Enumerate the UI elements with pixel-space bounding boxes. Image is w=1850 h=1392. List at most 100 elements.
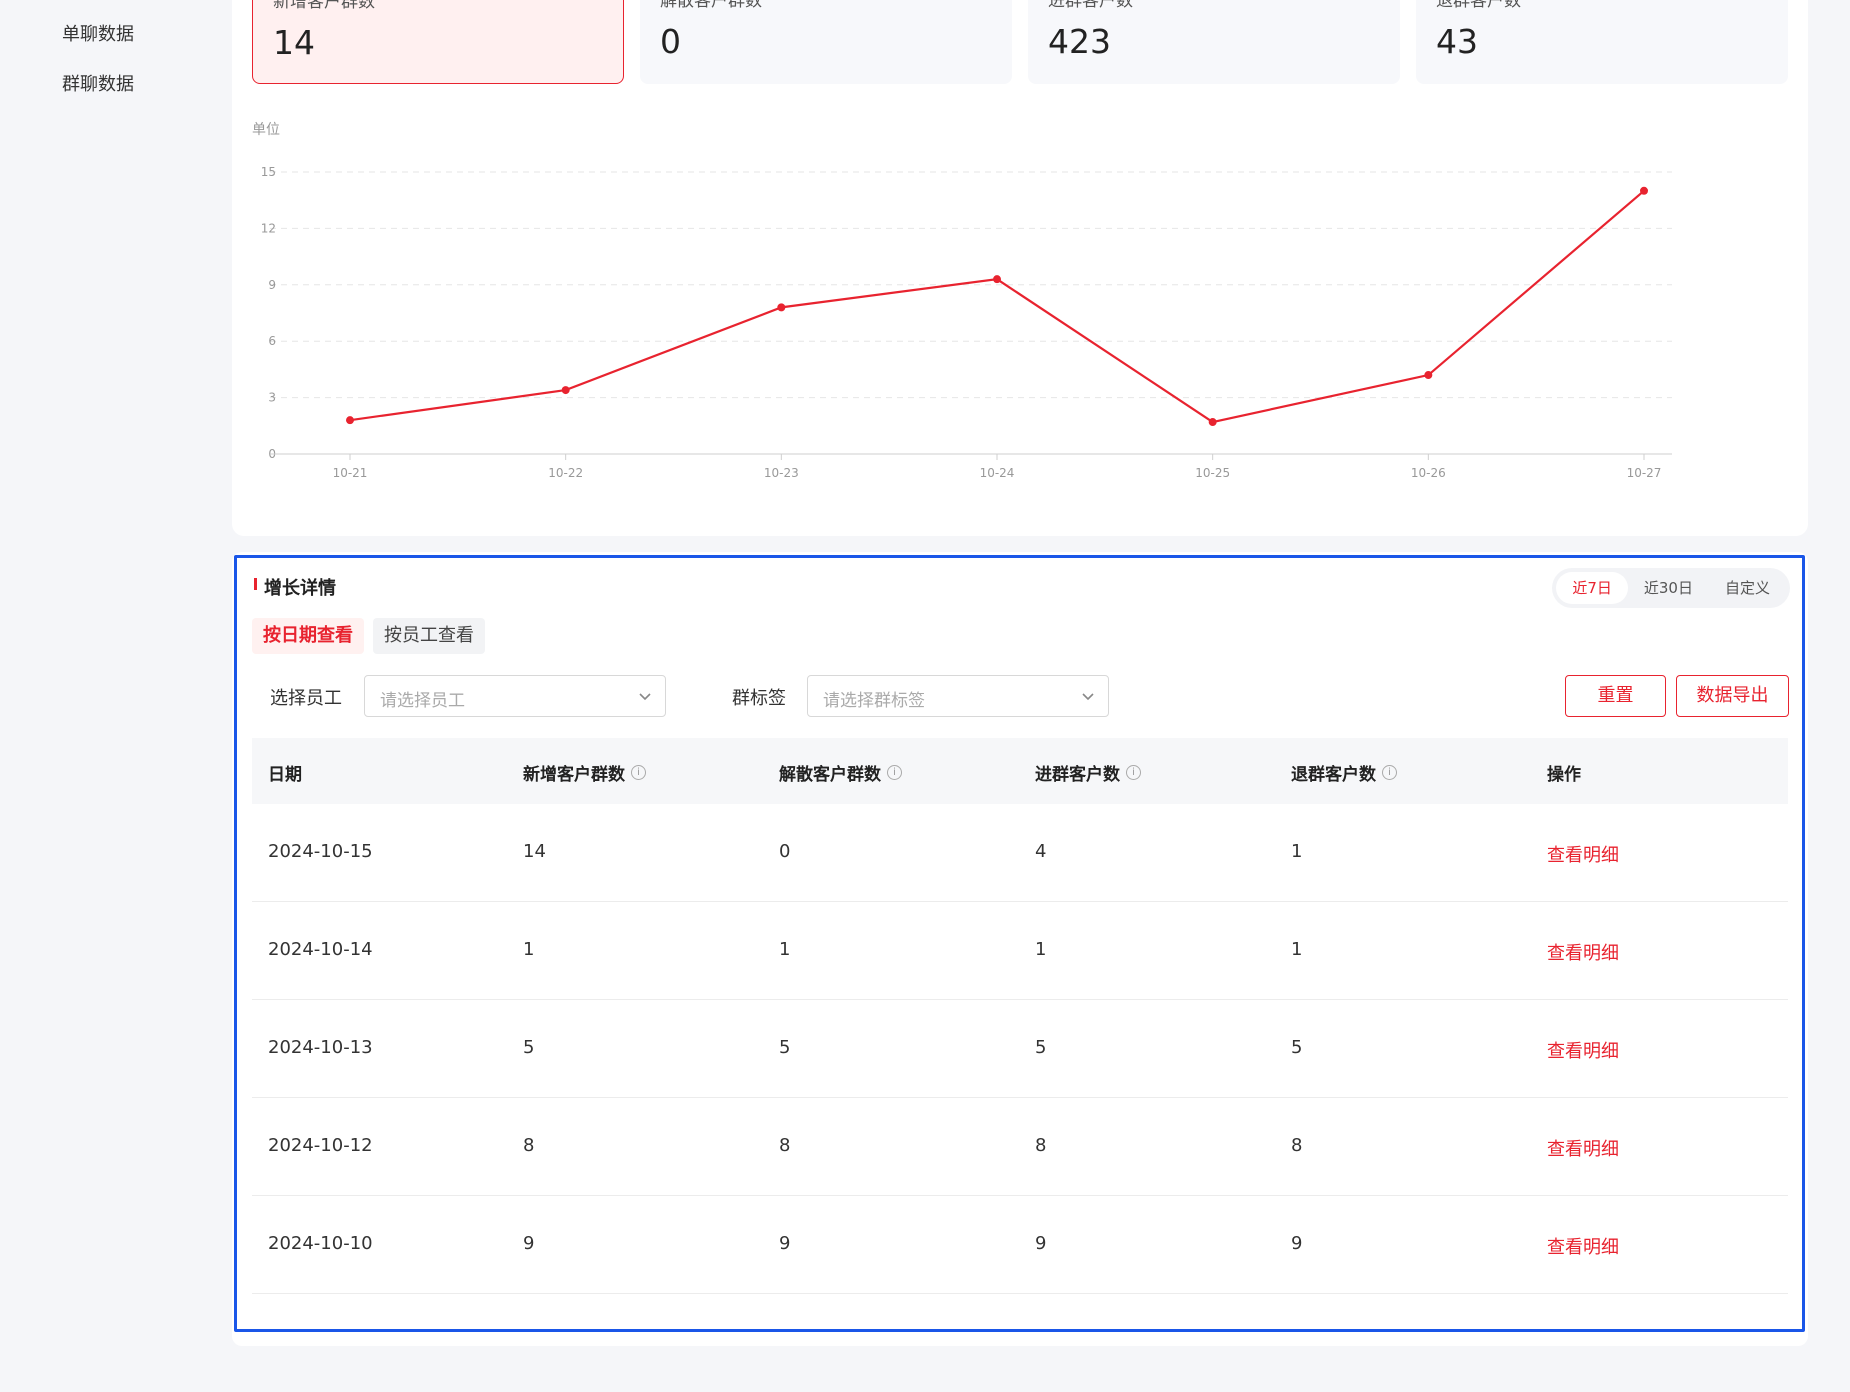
stat-card-left-customers[interactable]: 退群客户数 43 [1416, 0, 1788, 84]
series-line [349, 189, 1645, 424]
x-tick-label: 10-25 [1195, 466, 1230, 480]
staff-select-placeholder: 请选择员工 [380, 691, 465, 711]
y-tick-label: 12 [261, 221, 276, 235]
x-tick-label: 10-24 [980, 466, 1015, 480]
cell-new-groups: 5 [523, 1037, 535, 1058]
column-left-customers: 退群客户数 i [1291, 760, 1397, 785]
cell-joined-customers: 8 [1035, 1135, 1047, 1156]
table-row: 2024-10-10 9 9 9 9 查看明细 [252, 1196, 1788, 1294]
cell-joined-customers: 1 [1035, 939, 1047, 960]
x-tick-label: 10-26 [1411, 466, 1446, 480]
cell-left-customers: 1 [1291, 841, 1303, 862]
table-row: 2024-10-12 8 8 8 8 查看明细 [252, 1098, 1788, 1196]
data-point [1424, 371, 1433, 380]
cell-date: 2024-10-13 [268, 1037, 373, 1058]
trend-chart-svg: 单位0369121510-21 10-22 10-23 10-24 10-25 10-26… [252, 122, 1672, 480]
y-axis-label: 单位 [252, 122, 280, 138]
cell-date: 2024-10-10 [268, 1233, 373, 1254]
stat-value: 0 [660, 22, 681, 61]
stat-label: 进群客户数 [1048, 0, 1133, 11]
range-30-days[interactable]: 近30日 [1628, 572, 1709, 604]
table-row: 2024-10-15 14 0 4 1 查看明细 [252, 804, 1788, 902]
cell-left-customers: 8 [1291, 1135, 1303, 1156]
column-date: 日期 [268, 765, 302, 785]
view-detail-link[interactable]: 查看明细 [1547, 939, 1619, 965]
section-title: 增长详情 [254, 574, 336, 600]
export-button[interactable]: 数据导出 [1676, 675, 1789, 717]
cell-joined-customers: 5 [1035, 1037, 1047, 1058]
cell-left-customers: 9 [1291, 1233, 1303, 1254]
stat-value: 423 [1048, 22, 1111, 61]
info-icon[interactable]: i [1382, 765, 1397, 780]
x-tick-label: 10-27 [1627, 466, 1662, 480]
info-icon[interactable]: i [1126, 765, 1141, 780]
sidebar-item-group-chat-data[interactable]: 群聊数据 [62, 70, 134, 96]
column-joined-customers: 进群客户数 i [1035, 760, 1141, 785]
cell-dissolved-groups: 9 [779, 1233, 791, 1254]
stat-card-dissolved-groups[interactable]: 解散客户群数 0 [640, 0, 1012, 84]
y-tick-label: 9 [268, 278, 276, 292]
data-point [1640, 186, 1648, 195]
view-detail-link[interactable]: 查看明细 [1547, 1037, 1619, 1063]
column-actions: 操作 [1547, 765, 1581, 785]
info-icon[interactable]: i [887, 765, 902, 780]
table-row: 2024-10-13 5 5 5 5 查看明细 [252, 1000, 1788, 1098]
table-row: 2024-10-14 1 1 1 1 查看明细 [252, 902, 1788, 1000]
stat-card-joined-customers[interactable]: 进群客户数 423 [1028, 0, 1400, 84]
stat-card-new-groups[interactable]: 新增客户群数 14 [252, 0, 624, 84]
view-detail-link[interactable]: 查看明细 [1547, 1135, 1619, 1161]
stat-label: 解散客户群数 [660, 0, 762, 11]
cell-dissolved-groups: 0 [779, 841, 791, 862]
cell-new-groups: 1 [523, 939, 535, 960]
chevron-down-icon [639, 693, 651, 701]
data-point [777, 303, 786, 312]
group-tag-select[interactable]: 请选择群标签 [807, 675, 1109, 717]
cell-dissolved-groups: 1 [779, 939, 791, 960]
cell-dissolved-groups: 8 [779, 1135, 791, 1156]
view-detail-link[interactable]: 查看明细 [1547, 1233, 1619, 1259]
table-header: 日期 新增客户群数 i 解散客户群数 i 进群客户数 i 退群客户数 i 操作 [252, 738, 1788, 804]
info-icon[interactable]: i [631, 765, 646, 780]
reset-button[interactable]: 重置 [1565, 675, 1666, 717]
trend-chart: 单位 0 3 6 9 12 15 10-21 10-22 10-23 10-24 10-25 10-26… [232, 118, 1808, 502]
y-tick-label: 15 [261, 165, 276, 179]
cell-date: 2024-10-12 [268, 1135, 373, 1156]
data-point [561, 386, 570, 395]
column-dissolved-groups: 解散客户群数 i [779, 760, 902, 785]
cell-left-customers: 5 [1291, 1037, 1303, 1058]
stat-value: 14 [273, 23, 315, 62]
tab-by-date[interactable]: 按日期查看 [252, 618, 364, 654]
cell-joined-customers: 9 [1035, 1233, 1047, 1254]
stat-label: 退群客户数 [1436, 0, 1521, 11]
range-7-days[interactable]: 近7日 [1556, 572, 1628, 604]
tab-by-staff[interactable]: 按员工查看 [373, 618, 485, 654]
stat-label: 新增客户群数 [273, 0, 375, 12]
data-point [993, 275, 1001, 284]
cell-left-customers: 1 [1291, 939, 1303, 960]
cell-new-groups: 8 [523, 1135, 535, 1156]
cell-date: 2024-10-15 [268, 841, 373, 862]
column-new-groups: 新增客户群数 i [523, 760, 646, 785]
chevron-down-icon [1082, 693, 1094, 701]
y-tick-label: 3 [268, 391, 276, 405]
cell-joined-customers: 4 [1035, 841, 1047, 862]
sidebar-item-single-chat-data[interactable]: 单聊数据 [62, 20, 134, 46]
staff-select[interactable]: 请选择员工 [364, 675, 666, 717]
tag-filter-label: 群标签 [732, 688, 786, 709]
data-point [346, 416, 354, 425]
growth-detail-panel: 增长详情 近7日 近30日 自定义 按日期查看 按员工查看 选择员工 请选择员工… [232, 552, 1808, 1346]
group-tag-select-placeholder: 请选择群标签 [823, 691, 925, 711]
cell-new-groups: 14 [523, 841, 546, 862]
range-custom[interactable]: 自定义 [1709, 572, 1786, 604]
staff-filter-label: 选择员工 [270, 688, 342, 709]
stat-value: 43 [1436, 22, 1478, 61]
view-detail-link[interactable]: 查看明细 [1547, 841, 1619, 867]
cell-dissolved-groups: 5 [779, 1037, 791, 1058]
x-tick-label: 10-23 [764, 466, 799, 480]
x-tick-label: 10-22 [548, 466, 583, 480]
y-tick-label: 6 [268, 334, 276, 348]
data-point [1208, 418, 1217, 427]
cell-date: 2024-10-14 [268, 939, 373, 960]
cell-new-groups: 9 [523, 1233, 535, 1254]
date-range-switch: 近7日 近30日 自定义 [1552, 568, 1790, 608]
